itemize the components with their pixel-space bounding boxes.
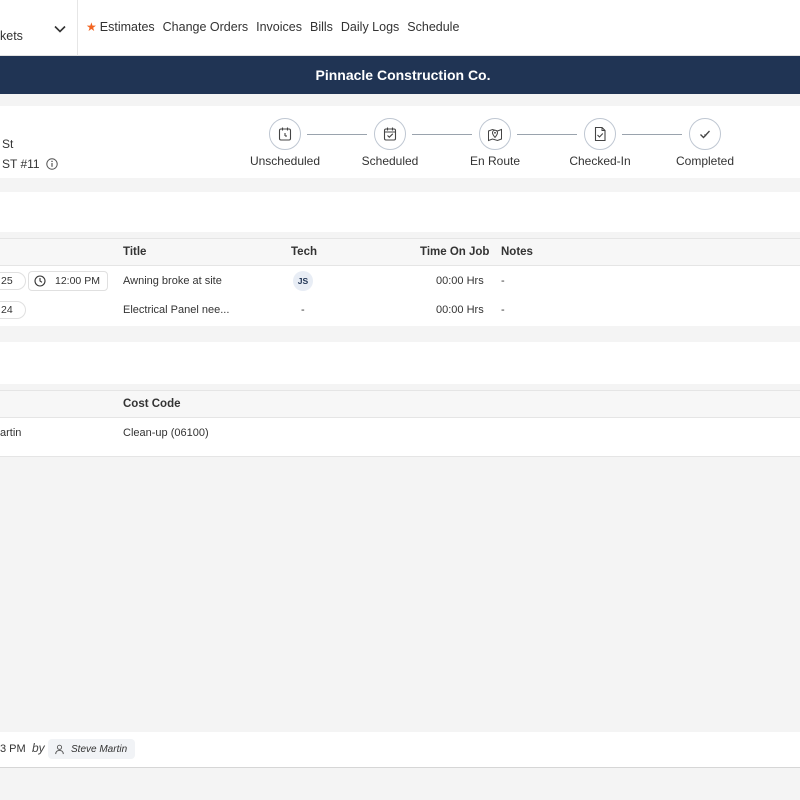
nav-link-invoices[interactable]: Invoices — [256, 20, 302, 34]
service-title[interactable]: Awning broke at site — [123, 275, 222, 287]
time-on-job-value: 00:00 Hrs — [436, 304, 484, 316]
cost-table: Cost Code artin Clean-up (06100) — [0, 390, 800, 457]
column-header-tech[interactable]: Tech — [291, 246, 317, 258]
step-label-unscheduled: Unscheduled — [249, 154, 321, 168]
cost-code-value: Clean-up (06100) — [123, 427, 209, 439]
nav-link-schedule[interactable]: Schedule — [407, 20, 459, 34]
module-dropdown-label: kets — [0, 29, 23, 43]
time-on-job-value: 00:00 Hrs — [436, 275, 484, 287]
step-en-route-button[interactable] — [479, 118, 511, 150]
checkmark-icon — [700, 130, 710, 139]
calendar-check-icon — [383, 127, 397, 141]
map-pin-icon — [488, 128, 502, 142]
column-header-time-on-job[interactable]: Time On Job — [420, 246, 489, 258]
ticket-status-card: St ST #11 Unscheduled Scheduled En Route… — [0, 106, 800, 178]
clock-icon — [34, 275, 46, 287]
service-title[interactable]: Electrical Panel nee... — [123, 304, 229, 316]
step-scheduled-button[interactable] — [374, 118, 406, 150]
status-stepper: Unscheduled Scheduled En Route Checked-I… — [0, 106, 800, 178]
nav-link-bills[interactable]: Bills — [310, 20, 333, 34]
table-row[interactable]: 24 Electrical Panel nee... - 00:00 Hrs - — [0, 296, 800, 326]
top-nav: kets ★ Estimates Change Orders Invoices B… — [0, 0, 800, 56]
user-chip[interactable]: Steve Martin — [48, 739, 136, 759]
nav-link-change-orders[interactable]: Change Orders — [163, 20, 248, 34]
star-icon: ★ — [86, 20, 97, 34]
company-header: Pinnacle Construction Co. — [0, 56, 800, 94]
user-name: Steve Martin — [71, 743, 128, 755]
step-completed-button[interactable] — [689, 118, 721, 150]
step-label-completed: Completed — [675, 154, 735, 168]
services-table: Title Tech Time On Job Notes 25 12:00 PM… — [0, 238, 800, 326]
tech-value: - — [301, 304, 305, 316]
nav-link-estimates[interactable]: ★ Estimates — [86, 20, 155, 34]
step-connector — [622, 134, 682, 135]
step-label-en-route: En Route — [469, 154, 521, 168]
user-icon — [55, 744, 64, 754]
table-row[interactable]: artin Clean-up (06100) — [0, 418, 800, 456]
time-value: 12:00 PM — [55, 275, 100, 287]
footer-audit: 3 PM by Steve Martin — [0, 732, 800, 768]
date-field[interactable]: 24 — [0, 301, 26, 319]
notes-value: - — [501, 275, 505, 287]
step-connector — [307, 134, 367, 135]
step-label-scheduled: Scheduled — [361, 154, 419, 168]
step-unscheduled-button[interactable] — [269, 118, 301, 150]
step-connector — [517, 134, 577, 135]
module-dropdown[interactable]: kets — [0, 0, 78, 56]
nav-link-daily-logs[interactable]: Daily Logs — [341, 20, 399, 34]
document-check-icon — [594, 126, 606, 142]
assignee-name: artin — [0, 427, 22, 439]
table-row[interactable]: 25 12:00 PM Awning broke at site JS 00:0… — [0, 266, 800, 296]
company-name: Pinnacle Construction Co. — [315, 67, 491, 83]
footer-by-label: by — [32, 741, 45, 755]
footer-timestamp: 3 PM — [0, 743, 26, 755]
chevron-down-icon — [54, 25, 66, 33]
tech-avatar[interactable]: JS — [293, 271, 313, 291]
table-header-row: Title Tech Time On Job Notes — [0, 238, 800, 266]
services-section-header — [0, 192, 800, 232]
calendar-clock-icon — [278, 127, 292, 141]
time-field[interactable]: 12:00 PM — [28, 271, 108, 291]
step-connector — [412, 134, 472, 135]
quick-links: ★ Estimates Change Orders Invoices Bills … — [86, 20, 459, 34]
column-header-title[interactable]: Title — [123, 246, 146, 258]
date-field[interactable]: 25 — [0, 272, 26, 290]
column-header-notes[interactable]: Notes — [501, 246, 533, 258]
column-header-cost-code[interactable]: Cost Code — [123, 398, 181, 410]
notes-value: - — [501, 304, 505, 316]
table-header-row: Cost Code — [0, 390, 800, 418]
step-label-checked-in: Checked-In — [569, 154, 631, 168]
cost-section-header — [0, 342, 800, 384]
step-checked-in-button[interactable] — [584, 118, 616, 150]
